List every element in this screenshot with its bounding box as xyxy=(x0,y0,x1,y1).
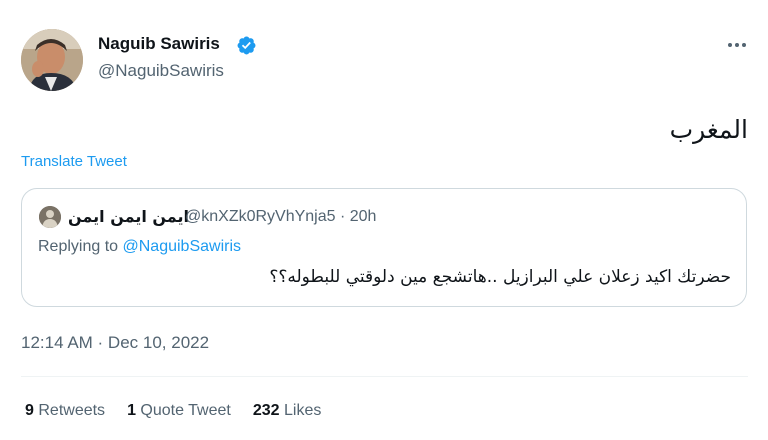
tweet-text: المغرب xyxy=(669,115,748,144)
author-avatar[interactable] xyxy=(21,29,83,91)
profile-photo xyxy=(21,29,83,91)
profile-photo xyxy=(39,206,61,228)
quoted-tweet-text: حضرتك اكيد زعلان علي البرازيل ..هاتشجع م… xyxy=(269,267,731,287)
likes-count: 232 xyxy=(252,402,280,419)
quoted-author-handle-time[interactable]: @knXZk0RyVhYnja5 · 20h xyxy=(185,208,376,226)
retweets-stat[interactable]: 9 Retweets xyxy=(25,402,105,420)
dot xyxy=(728,43,732,47)
translate-tweet-link[interactable]: Translate Tweet xyxy=(21,153,127,170)
quote-tweets-count: 1 xyxy=(127,402,136,419)
tweet-stats: 9 Retweets 1 Quote Tweet 232 Likes xyxy=(25,402,321,420)
dot xyxy=(735,43,739,47)
dot xyxy=(742,43,746,47)
likes-stat[interactable]: 232 Likes xyxy=(253,402,322,420)
divider xyxy=(21,376,748,377)
retweets-label: Retweets xyxy=(38,402,106,419)
replying-to-line: Replying to @NaguibSawiris xyxy=(38,238,241,256)
tweet-timestamp[interactable]: 12:14 AM · Dec 10, 2022 xyxy=(21,333,209,353)
author-name[interactable]: Naguib Sawiris xyxy=(98,34,220,54)
replying-to-mention[interactable]: @NaguibSawiris xyxy=(123,238,242,255)
replying-prefix: Replying to xyxy=(38,238,123,255)
quote-tweets-stat[interactable]: 1 Quote Tweet xyxy=(127,402,231,420)
author-handle[interactable]: @NaguibSawiris xyxy=(98,61,224,81)
more-options-icon[interactable] xyxy=(722,34,752,56)
quote-tweets-label: Quote Tweet xyxy=(140,402,231,419)
retweets-count: 9 xyxy=(25,402,34,419)
verified-badge-icon xyxy=(237,36,256,55)
quoted-tweet-card[interactable]: ايمن ايمن ايمن @knXZk0RyVhYnja5 · 20h Re… xyxy=(21,188,747,307)
likes-label: Likes xyxy=(284,402,322,419)
quoted-author-name[interactable]: ايمن ايمن ايمن xyxy=(68,207,189,226)
quoted-author-avatar[interactable] xyxy=(39,206,61,228)
